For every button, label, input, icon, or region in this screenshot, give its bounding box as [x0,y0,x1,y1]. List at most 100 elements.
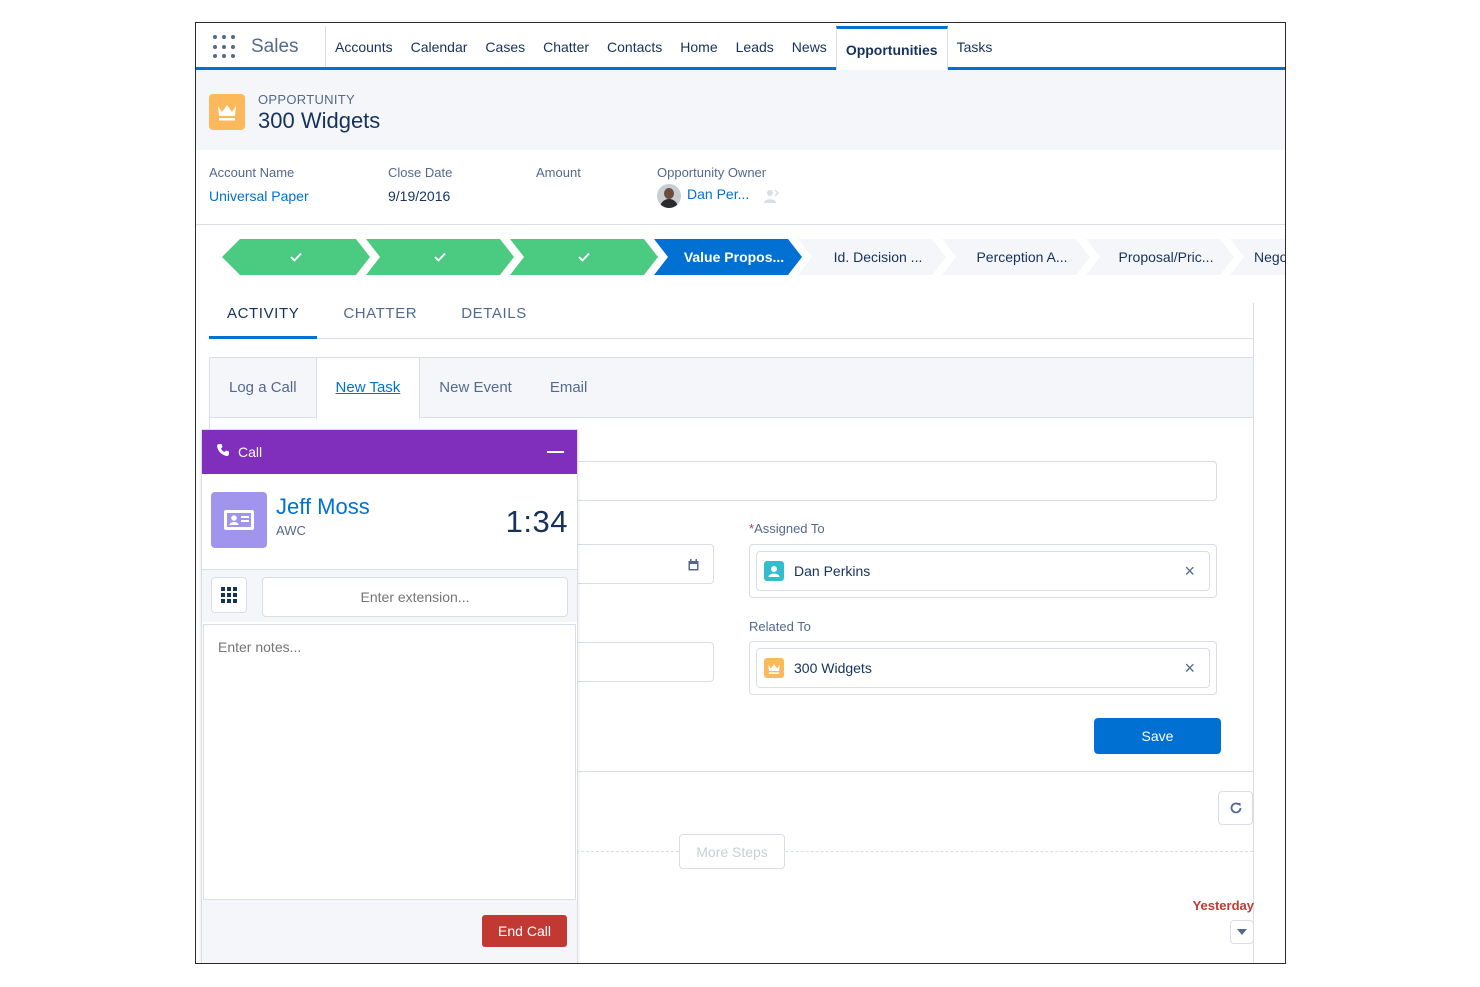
crown-icon [209,94,245,130]
global-nav: Sales Accounts Calendar Cases Chatter Co… [196,23,1285,73]
path-step-label: Proposal/Pric... [1118,249,1214,265]
sales-path: Value Propos... Id. Decision ... Percept… [222,239,1286,275]
nav-item-leads[interactable]: Leads [727,23,783,67]
related-to-value: 300 Widgets [794,660,872,676]
tab-new-task[interactable]: New Task [315,358,421,419]
related-to-lookup[interactable]: 300 Widgets × [749,641,1217,695]
field-label: Opportunity Owner [657,165,767,180]
nav-item-calendar[interactable]: Calendar [402,23,477,67]
path-step-completed[interactable] [366,239,514,275]
owner-row: Dan Per... [657,184,780,208]
amount-value [536,188,581,208]
nav-item-opportunities[interactable]: Opportunities [835,26,948,73]
field-label: Close Date [388,165,453,180]
softphone-panel: Call Jeff Moss AWC 1:34 End Call [201,429,578,963]
due-date-input[interactable] [566,544,714,584]
refresh-icon[interactable] [1218,791,1253,825]
nav-item-home[interactable]: Home [671,23,726,67]
path-step-label: Id. Decision ... [833,249,923,265]
path-step-completed[interactable] [510,239,658,275]
softphone-contact: Jeff Moss AWC 1:34 [202,474,577,570]
field-opportunity-owner: Opportunity Owner Dan Per... [657,165,780,208]
tab-log-a-call[interactable]: Log a Call [210,358,316,418]
path-step-label: Nego [1254,249,1286,265]
account-name-link[interactable]: Universal Paper [209,188,309,208]
softphone-footer: End Call [202,900,577,963]
related-to-pill[interactable]: 300 Widgets × [756,648,1210,688]
phone-icon [216,443,230,461]
remove-assigned-icon[interactable]: × [1184,562,1195,580]
tab-chatter[interactable]: CHATTER [325,293,435,339]
path-step-label: Perception A... [976,249,1068,265]
path-step-proposal[interactable]: Proposal/Pric... [1086,239,1234,275]
app-launcher-icon[interactable] [213,35,237,59]
assigned-to-pill[interactable]: Dan Perkins × [756,551,1210,591]
more-steps-button[interactable]: More Steps [679,834,785,869]
remove-related-icon[interactable]: × [1184,659,1195,677]
field-account-name: Account Name Universal Paper [209,165,309,208]
record-title: 300 Widgets [258,108,381,133]
path-step-completed[interactable] [222,239,370,275]
nav-item-cases[interactable]: Cases [476,23,534,67]
nav-item-contacts[interactable]: Contacts [598,23,671,67]
close-date-value: 9/19/2016 [388,188,451,204]
path-step-negotiation[interactable]: Nego [1230,239,1286,275]
end-call-button[interactable]: End Call [482,915,567,947]
tab-activity[interactable]: ACTIVITY [209,293,318,339]
app-name: Sales [251,36,299,57]
field-amount: Amount [536,165,581,208]
call-timer: 1:34 [505,504,568,539]
expand-toggle[interactable] [1230,920,1254,944]
name-input[interactable] [566,642,714,682]
field-label: Account Name [209,165,295,180]
change-owner-icon[interactable] [763,188,780,204]
field-label: Amount [536,165,581,180]
save-button[interactable]: Save [1094,718,1221,754]
contact-name-link[interactable]: Jeff Moss [276,494,370,520]
field-close-date: Close Date 9/19/2016 [388,165,452,208]
check-icon [433,251,447,263]
extension-row [202,570,577,622]
minimize-icon[interactable] [547,451,564,453]
assigned-to-lookup[interactable]: Dan Perkins × [749,544,1217,598]
assigned-to-label-text: Assigned To [754,521,825,536]
contact-company: AWC [276,523,306,538]
dialpad-icon[interactable] [211,577,247,613]
avatar[interactable] [657,184,681,208]
tab-new-event[interactable]: New Event [420,358,531,418]
subject-input[interactable] [566,461,1217,501]
path-step-label: Value Propos... [683,249,785,265]
tab-details[interactable]: DETAILS [443,293,545,339]
record-type: OPPORTUNITY [258,92,355,107]
chevron-down-icon [1237,929,1247,935]
path-step-id-decision[interactable]: Id. Decision ... [798,239,946,275]
highlights-panel: Account Name Universal Paper Close Date … [196,150,1285,225]
softphone-header[interactable]: Call [202,430,577,474]
record-header: OPPORTUNITY 300 Widgets [196,70,1285,150]
assigned-to-label: *Assigned To [749,521,825,536]
record-tabs: ACTIVITY CHATTER DETAILS [209,293,1254,339]
call-notes-input[interactable] [203,624,576,900]
tab-email[interactable]: Email [531,358,607,418]
owner-link[interactable]: Dan Per... [687,186,749,206]
crown-icon [764,658,784,678]
timeline-divider [576,851,1253,852]
check-icon [577,251,591,263]
extension-input[interactable] [262,577,568,617]
contact-card-icon [211,492,267,548]
nav-items: Accounts Calendar Cases Chatter Contacts… [326,23,1002,73]
nav-item-accounts[interactable]: Accounts [326,23,402,67]
timeline-date-label: Yesterday [1192,898,1254,913]
path-step-perception[interactable]: Perception A... [942,239,1090,275]
app-frame: Sales Accounts Calendar Cases Chatter Co… [195,22,1286,964]
related-to-label: Related To [749,619,811,634]
nav-item-news[interactable]: News [783,23,836,67]
assigned-to-value: Dan Perkins [794,563,871,579]
check-icon [289,251,303,263]
nav-item-chatter[interactable]: Chatter [534,23,598,67]
calendar-icon[interactable] [688,559,699,571]
publisher-tabs: Log a Call New Task New Event Email [210,358,1253,419]
softphone-title: Call [238,444,263,460]
nav-item-tasks[interactable]: Tasks [948,23,1002,67]
path-step-value-proposition[interactable]: Value Propos... [654,239,802,275]
